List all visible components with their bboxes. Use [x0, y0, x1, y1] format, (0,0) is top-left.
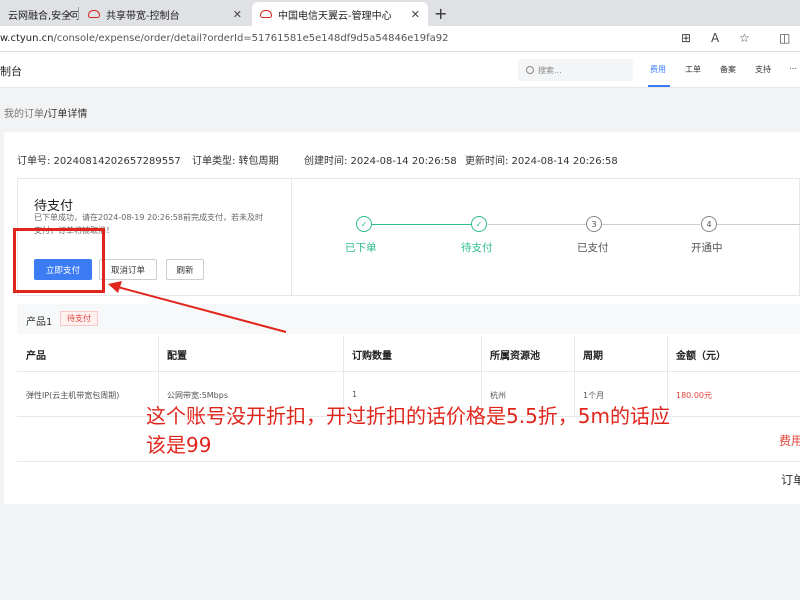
annotation-arrow [108, 281, 287, 333]
annotation-line1: 这个账号没开折扣，开过折扣的话价格是5.5折，5m的话应 [146, 404, 671, 428]
annotation-line2: 该是99 [146, 433, 212, 457]
screenshot-root: 云网融合,安全可 ✕ 共享带宽-控制台 ✕ 中国电信天翼云-管理中心 ✕ + w… [0, 0, 800, 600]
annotation-text: 这个账号没开折扣，开过折扣的话价格是5.5折，5m的话应 该是99 [146, 402, 766, 460]
